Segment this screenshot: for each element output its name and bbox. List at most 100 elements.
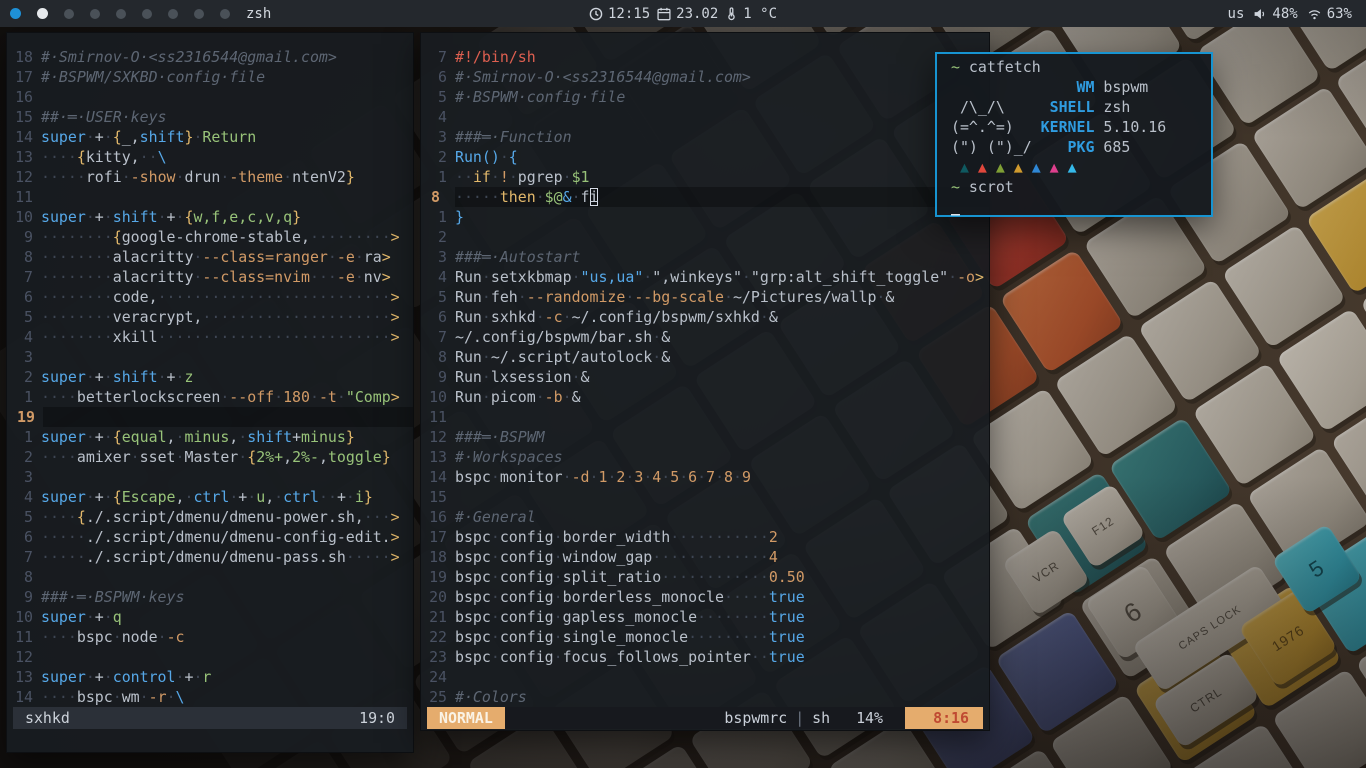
line-content: ········alacritty·--class=nvim···-e·nv> xyxy=(41,267,413,287)
code-segment-ws: · xyxy=(509,168,518,186)
line-content: super·+·{_,shift}·Return xyxy=(41,127,413,147)
code-segment-txt: bspc xyxy=(455,588,491,606)
fetch-output-line: ~ scrot xyxy=(951,177,1211,197)
code-segment-kw: shift xyxy=(113,208,158,226)
workspace-dot-7[interactable] xyxy=(168,9,178,19)
editor-line: 6········code,··························… xyxy=(15,287,413,307)
code-segment-txt: ~/.config/bspwm/sxhkd xyxy=(572,308,760,326)
line-number: 8 xyxy=(15,247,41,267)
editor-line: 8 xyxy=(15,567,413,587)
statusline-cursor-position: 19:0 xyxy=(359,707,395,729)
code-segment-org: -theme xyxy=(229,168,283,186)
code-segment-ws: · xyxy=(158,208,167,226)
code-segment-ws: · xyxy=(554,628,563,646)
line-content: ·····./.script/dmenu/dmenu-pass.sh·····> xyxy=(41,547,413,567)
editor-line: 14super·+·{_,shift}·Return xyxy=(15,127,413,147)
code-segment-org: --bg-scale xyxy=(634,288,724,306)
code-segment-ws: ···· xyxy=(41,628,77,646)
code-segment-txt: config xyxy=(500,628,554,646)
code-segment-org: --randomize xyxy=(527,288,626,306)
network-module[interactable]: 63% xyxy=(1307,6,1352,22)
code-segment-txt: sset xyxy=(140,448,176,466)
workspace-dot-2[interactable] xyxy=(37,8,48,19)
code-segment-ws: · xyxy=(491,528,500,546)
editor-line: 7#!/bin/sh xyxy=(429,47,989,67)
code-segment-txt: "grp:alt_shift_toggle" xyxy=(751,268,948,286)
code-segment-org: -t xyxy=(319,388,337,406)
line-number: 5 xyxy=(429,87,455,107)
code-segment-grn: "Comp xyxy=(346,388,391,406)
editor-line: 16 xyxy=(15,87,413,107)
editor-line: 1··if·!·pgrep·$1 xyxy=(429,167,989,187)
code-segment-yel: { xyxy=(113,428,122,446)
editor-buffer-sxhkd[interactable]: 18#·Smirnov-O·<ss2316544@gmail.com>17#·B… xyxy=(7,33,413,707)
line-content: ·····then·$@&·fi xyxy=(455,187,989,207)
code-segment-txt: bspc xyxy=(455,628,491,646)
workspace-dot-5[interactable] xyxy=(116,9,126,19)
code-segment-txt: google-chrome-stable, xyxy=(122,228,310,246)
editor-line: 2····amixer·sset·Master·{2%+,2%-,toggle} xyxy=(15,447,413,467)
code-segment-ws: ············· xyxy=(652,548,769,566)
code-segment-ws: · xyxy=(491,628,500,646)
code-segment-ws: · xyxy=(104,368,113,386)
fetch-output-line: /\_/\ SHELL zsh xyxy=(951,97,1211,117)
terminal-window-bspwmrc[interactable]: 7#!/bin/sh6#·Smirnov-O·<ss2316544@gmail.… xyxy=(420,32,990,731)
line-content: ········veracrypt,·····················> xyxy=(41,307,413,327)
code-segment-txt: & xyxy=(885,288,894,306)
code-segment-ws: · xyxy=(229,488,238,506)
terminal-window-sxhkd[interactable]: 18#·Smirnov-O·<ss2316544@gmail.com>17#·B… xyxy=(6,32,414,753)
code-segment-ws: · xyxy=(518,288,527,306)
code-segment-txt: config xyxy=(500,648,554,666)
code-segment-ws: ·· xyxy=(319,488,337,506)
code-segment-org: 2 xyxy=(769,528,778,546)
editor-line: 15 xyxy=(429,487,989,507)
code-segment-com: #·Smirnov-O·<ss2316544@gmail.com> xyxy=(41,48,337,66)
volume-module[interactable]: 48% xyxy=(1253,6,1297,22)
code-segment-grn: Escape xyxy=(122,488,176,506)
code-segment-grn: Return xyxy=(202,128,256,146)
line-number: 11 xyxy=(15,187,41,207)
editor-line: 3 xyxy=(15,467,413,487)
workspace-dot-8[interactable] xyxy=(194,9,204,19)
code-segment-txt: Run xyxy=(455,348,482,366)
editor-current-line: 19 xyxy=(15,407,413,427)
workspace-dot-4[interactable] xyxy=(90,9,100,19)
code-segment-ws: ···· xyxy=(41,148,77,166)
code-segment-ws: ········ xyxy=(41,248,113,266)
code-segment-ws: · xyxy=(491,588,500,606)
editor-line: 3 xyxy=(15,347,413,367)
code-segment-ws: · xyxy=(554,568,563,586)
line-number: 16 xyxy=(15,87,41,107)
code-segment-txt: gapless_monocle xyxy=(563,608,697,626)
line-number: 4 xyxy=(15,487,41,507)
code-segment-ws: ····· xyxy=(724,588,769,606)
editor-line: 13super·+·control·+·r xyxy=(15,667,413,687)
code-segment-txt: 5.10.16 xyxy=(1094,118,1166,136)
line-content: Run·picom·-b·& xyxy=(455,387,989,407)
line-content: ····bspc·node·-c xyxy=(41,627,413,647)
code-segment-ws: · xyxy=(652,348,661,366)
code-segment-yel: } xyxy=(382,448,391,466)
workspace-dot-1[interactable] xyxy=(10,8,21,19)
line-number: 3 xyxy=(429,247,455,267)
editor-line: 1super·+·{equal,·minus,·shift+minus} xyxy=(15,427,413,447)
keyboard-layout[interactable]: us xyxy=(1228,6,1245,22)
code-segment-kw: super xyxy=(41,428,86,446)
code-segment-txt: code, xyxy=(113,288,158,306)
code-segment-ws: · xyxy=(572,188,581,206)
editor-buffer-bspwmrc[interactable]: 7#!/bin/sh6#·Smirnov-O·<ss2316544@gmail.… xyxy=(421,33,989,707)
code-segment-ws: · xyxy=(554,588,563,606)
fetch-output-line: _ xyxy=(951,197,1211,217)
workspace-dot-3[interactable] xyxy=(64,9,74,19)
code-segment-txt: ./.script/dmenu/dmenu-power.sh, xyxy=(86,508,364,526)
workspace-dot-9[interactable] xyxy=(220,9,230,19)
editor-line: 2super·+·shift·+·z xyxy=(15,367,413,387)
code-segment-grn: z xyxy=(184,368,193,386)
line-number: 14 xyxy=(15,687,41,707)
workspace-dot-6[interactable] xyxy=(142,9,152,19)
floating-terminal-catfetch[interactable]: ~ catfetch WM bspwm /\_/\ SHELL zsh(=^.^… xyxy=(935,52,1213,217)
editor-line: 14····bspc·wm·-r·\ xyxy=(15,687,413,707)
line-number: 18 xyxy=(429,547,455,567)
code-segment-kw: super xyxy=(41,208,86,226)
line-content: bspc·config·focus_follows_pointer··true xyxy=(455,647,989,667)
